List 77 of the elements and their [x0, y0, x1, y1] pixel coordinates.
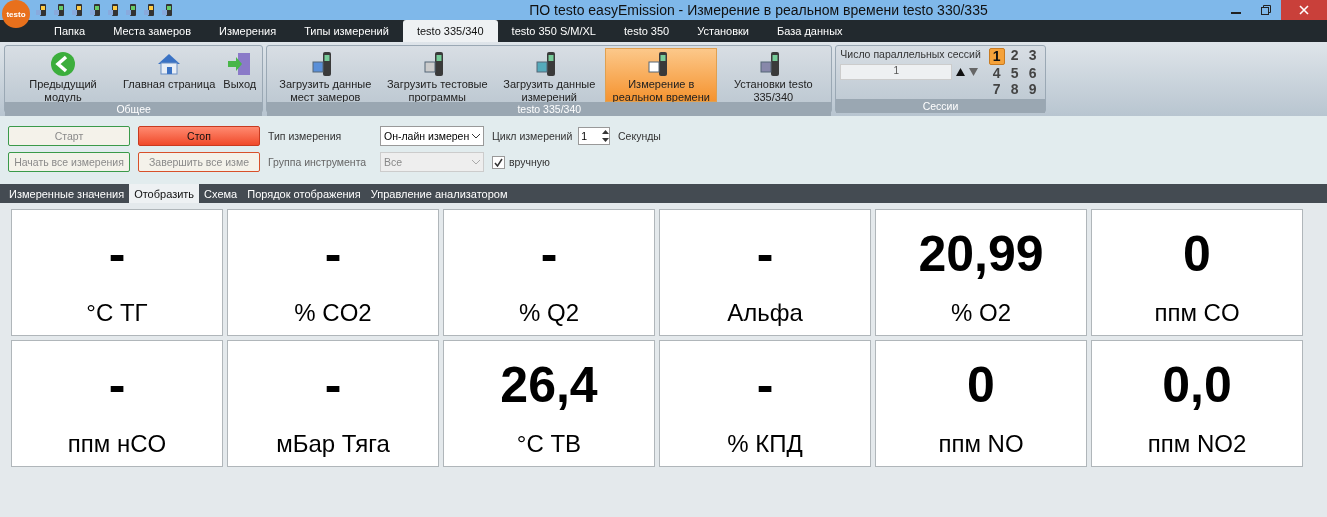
back-icon — [49, 50, 77, 78]
field-label: Группа инструмента — [268, 156, 368, 168]
menu-tab[interactable]: Установки — [683, 20, 763, 42]
reading-unit: % O2 — [951, 299, 1011, 327]
session-number[interactable]: 9 — [1024, 82, 1041, 97]
reading-value: 0,0 — [1162, 357, 1232, 413]
ribbon-button[interactable]: Установки testo 335/340 — [717, 48, 830, 102]
sessions-label: Число параллельных сессий — [840, 48, 981, 60]
group-title: testo 335/340 — [267, 102, 832, 116]
ribbon-button[interactable]: Загрузить тестовые программы — [381, 48, 494, 102]
reading-value: - — [756, 226, 774, 282]
session-number[interactable]: 7 — [988, 82, 1005, 97]
session-number[interactable]: 1 — [988, 48, 1005, 65]
menu-tab[interactable]: Измерения — [205, 20, 291, 42]
ribbon-button[interactable]: Загрузить данные измерений — [493, 48, 606, 102]
group-title: Сессии — [836, 99, 1045, 113]
view-tab[interactable]: Измеренные значения — [4, 184, 130, 203]
session-number[interactable]: 4 — [988, 66, 1005, 81]
reading-unit: Альфа — [727, 299, 803, 327]
reading-unit: мБар Тяга — [276, 430, 390, 458]
reading-unit: °C ТВ — [516, 430, 582, 458]
field-label: Тип измерения — [268, 130, 343, 142]
ribbon-button[interactable]: Предыдущий модуль — [7, 48, 119, 102]
session-number[interactable]: 5 — [1006, 66, 1023, 81]
ribbon-button[interactable]: Измерение в реальном времени — [605, 48, 718, 102]
menu-tab[interactable]: Места замеров — [99, 20, 206, 42]
ribbon-button[interactable]: Выход — [219, 48, 261, 102]
reading-unit: ппм NO — [938, 430, 1024, 458]
down-arrow-icon[interactable] — [969, 68, 979, 76]
view-tab[interactable]: Отобразить — [129, 184, 200, 203]
checkbox-label: вручную — [509, 156, 550, 168]
view-tab[interactable]: Схема — [199, 184, 243, 203]
reading-unit: % CO2 — [294, 299, 372, 327]
cycle-spinbox[interactable]: 1 — [578, 127, 610, 145]
menu-tab[interactable]: База данных — [763, 20, 857, 42]
session-number[interactable]: 8 — [1006, 82, 1023, 97]
up-arrow-icon[interactable] — [956, 68, 966, 76]
chevron-down-icon — [472, 159, 480, 165]
reading-value: 0 — [967, 357, 995, 413]
menu-tab[interactable]: Типы измерений — [290, 20, 403, 42]
app-logo: testo — [2, 0, 30, 28]
unit-label: Секунды — [618, 130, 662, 142]
reading-value: - — [324, 357, 342, 413]
view-tab[interactable]: Порядок отображения — [242, 184, 366, 203]
reading-value: 26,4 — [500, 357, 598, 413]
sessions-field[interactable]: 1 — [840, 64, 953, 80]
session-number[interactable]: 6 — [1024, 66, 1041, 81]
reading-unit: ппм CO — [1154, 299, 1240, 327]
reading-unit: % Q2 — [519, 299, 579, 327]
view-tab[interactable]: Управление анализатором — [365, 184, 513, 203]
spin-arrows-icon[interactable] — [602, 129, 609, 143]
session-number[interactable]: 2 — [1006, 48, 1023, 65]
session-number[interactable]: 3 — [1024, 48, 1041, 65]
reading-value: - — [540, 226, 558, 282]
reading-unit: ппм нCO — [67, 430, 167, 458]
reading-value: - — [108, 357, 126, 413]
window-title: ПО testo easyEmission - Измерение в реальном времени testo 330/335 — [528, 2, 989, 18]
reading-value: 0 — [1183, 226, 1211, 282]
reading-value: - — [756, 357, 774, 413]
ribbon-button[interactable]: Загрузить данные мест замеров — [269, 48, 382, 102]
menu-tab[interactable]: testo 335/340 — [402, 20, 498, 42]
manual-checkbox[interactable] — [492, 155, 505, 169]
ribbon-button[interactable]: Главная страница — [119, 48, 220, 102]
menu-tab[interactable]: testo 350 S/M/XL — [497, 20, 610, 42]
menu-tab[interactable]: testo 350 — [609, 20, 684, 42]
field-label: Цикл измерений — [492, 130, 573, 142]
stop-button[interactable]: Стоп — [138, 126, 260, 146]
menu-tab[interactable]: Папка — [40, 20, 100, 42]
chevron-down-icon — [472, 133, 480, 139]
reading-unit: % КПД — [727, 430, 803, 458]
reading-value: 20,99 — [918, 226, 1044, 282]
reading-value: - — [108, 226, 126, 282]
reading-unit: ппм NO2 — [1147, 430, 1247, 458]
reading-value: - — [324, 226, 342, 282]
group-title: Общее — [5, 102, 263, 116]
measure-type-dropdown[interactable]: Он-лайн измерен — [380, 126, 484, 146]
reading-unit: °C ТГ — [86, 299, 148, 327]
